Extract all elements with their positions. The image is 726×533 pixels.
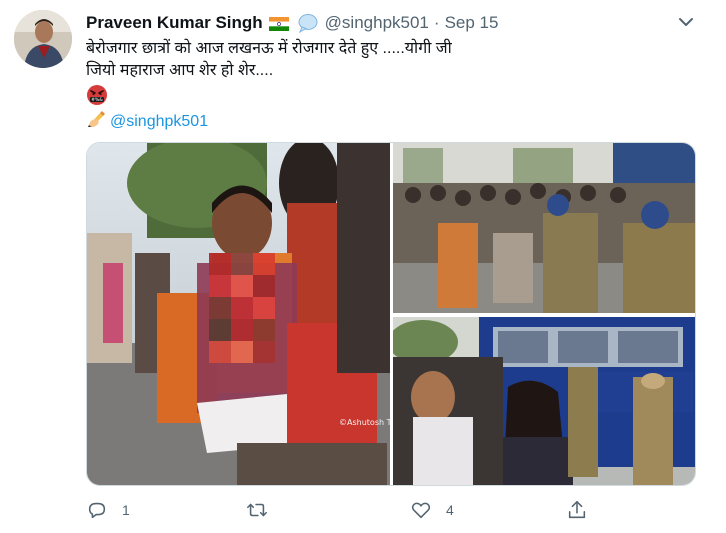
speech-bubble-icon <box>297 13 319 34</box>
writing-hand-icon <box>86 108 108 135</box>
share-button[interactable] <box>566 498 588 522</box>
tweet-text: बेरोजगार छात्रों को आज लखनऊ में रोजगार द… <box>86 38 706 82</box>
tweet-header: Praveen Kumar Singh @singhpk501 · Sep 15 <box>86 12 498 34</box>
tweet-card[interactable]: Praveen Kumar Singh @singhpk501 · Sep 15… <box>0 0 726 533</box>
media-grid: ©Ashutosh Tripa <box>86 142 696 486</box>
like-button[interactable]: 4 <box>410 498 454 522</box>
avatar[interactable] <box>14 10 72 68</box>
photo-bottom-right[interactable] <box>393 317 695 485</box>
reply-button[interactable]: 1 <box>86 498 130 522</box>
chevron-down-icon[interactable] <box>674 10 698 34</box>
mention-line: @singhpk501 <box>86 108 208 135</box>
reply-icon <box>88 502 106 519</box>
action-bar: 1 4 <box>86 498 706 522</box>
like-count: 4 <box>446 502 454 518</box>
photo-left[interactable]: ©Ashutosh Tripa <box>87 143 390 485</box>
author-name[interactable]: Praveen Kumar Singh <box>86 13 263 33</box>
tweet-date[interactable]: Sep 15 <box>445 13 499 33</box>
emoji-badge-text: #%& <box>91 97 103 103</box>
retweet-icon <box>247 503 267 517</box>
tweet-text-line-2: जियो महाराज आप शेर हो शेर.... <box>86 62 274 79</box>
retweet-button[interactable] <box>246 498 282 522</box>
mention-link[interactable]: @singhpk501 <box>110 111 208 133</box>
photo-credit: ©Ashutosh Tripa <box>339 418 390 427</box>
tweet-text-line-1: बेरोजगार छात्रों को आज लखनऊ में रोजगार द… <box>86 40 452 57</box>
avatar-photo <box>14 10 72 68</box>
share-icon <box>568 500 586 519</box>
author-handle[interactable]: @singhpk501 <box>325 13 429 33</box>
reply-count: 1 <box>122 502 130 518</box>
cursing-face-icon: #%& <box>86 84 108 106</box>
india-flag-icon <box>268 16 289 31</box>
header-separator: · <box>433 13 440 32</box>
photo-top-right[interactable] <box>393 143 695 313</box>
heart-icon <box>411 502 431 519</box>
